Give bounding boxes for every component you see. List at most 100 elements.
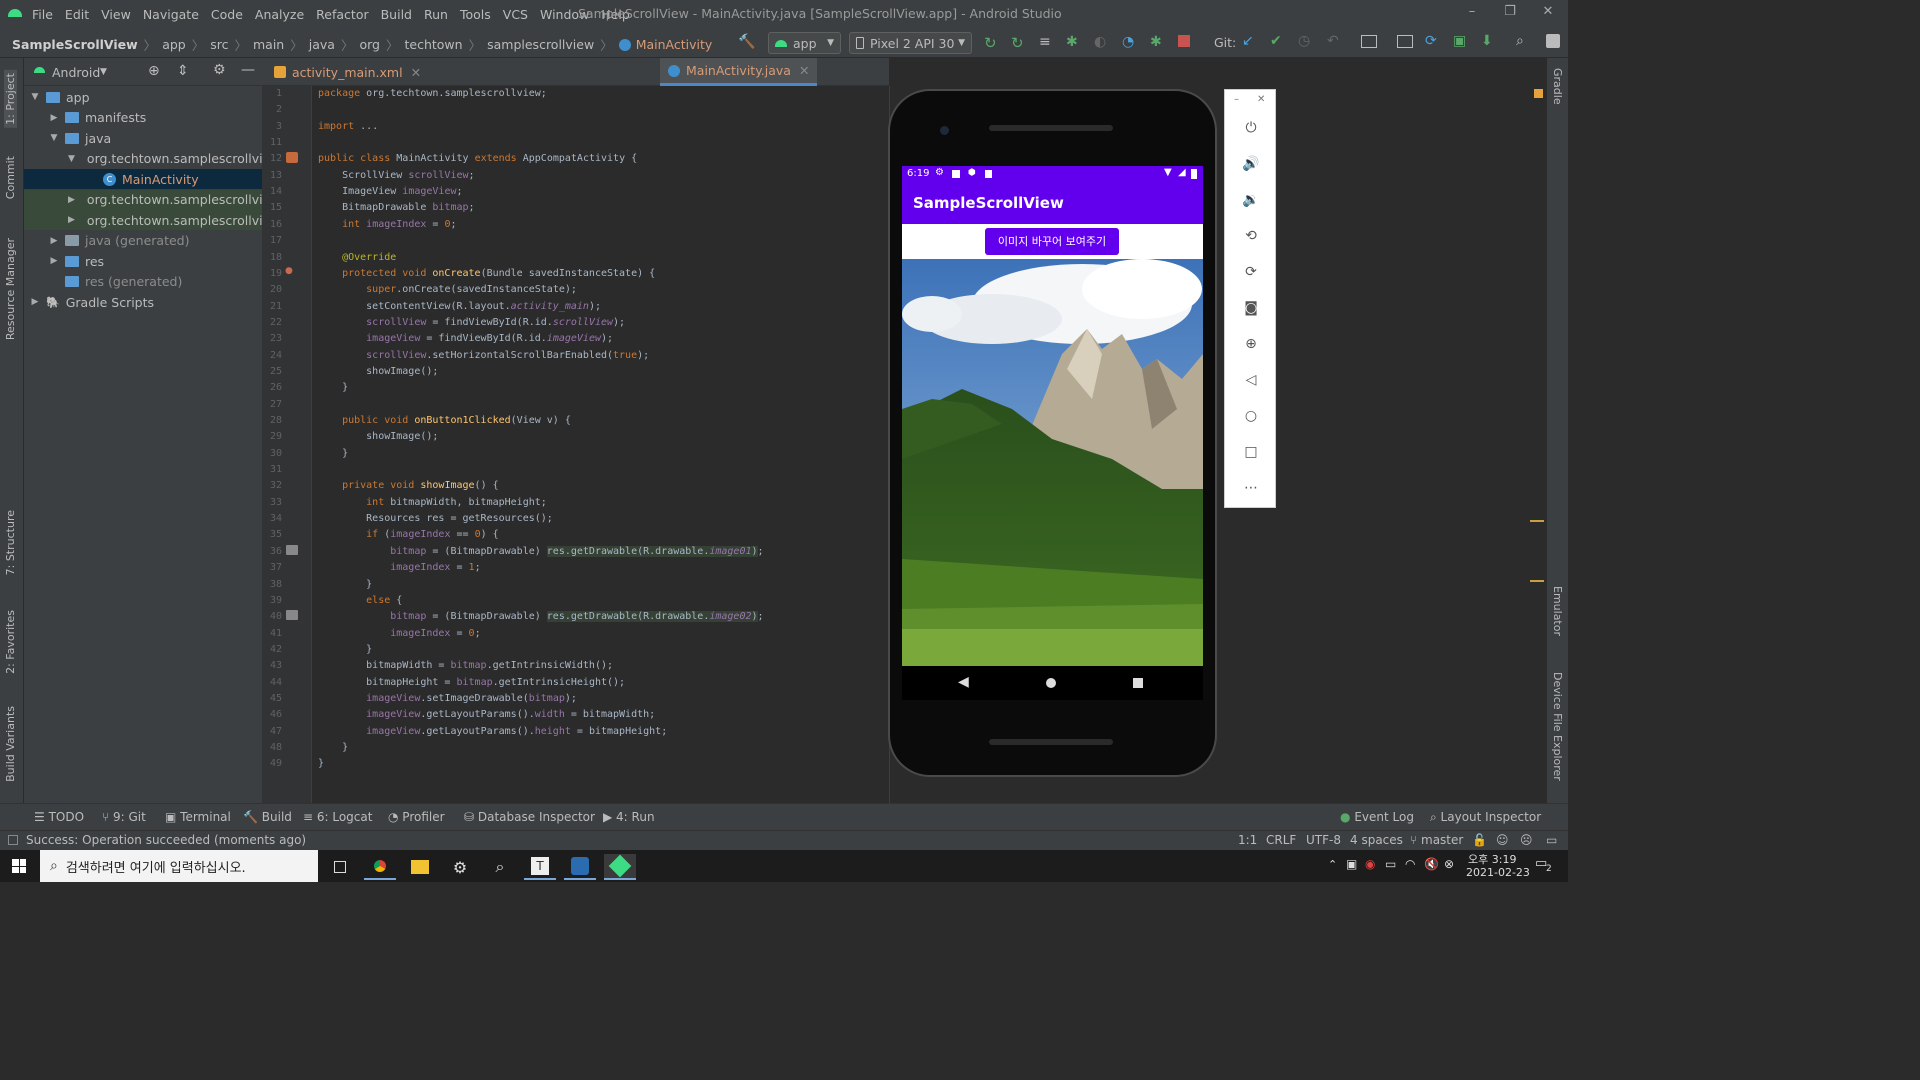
code-line[interactable]: imageView = findViewById(R.id.imageView)… [318,333,613,344]
code-line[interactable]: bitmapWidth = bitmap.getIntrinsicWidth()… [318,660,613,671]
breadcrumb-item[interactable]: techtown [405,37,463,52]
feedback-icon[interactable]: ☺ [1496,833,1509,847]
tool-tab-database-inspector[interactable]: ⛁ Database Inspector [464,810,595,824]
attach-debugger-icon[interactable]: ◐ [1094,34,1106,50]
run-config-select[interactable]: app ▼ [768,32,841,54]
change-image-button[interactable]: 이미지 바꾸어 보여주기 [985,228,1119,255]
sync-gradle-icon[interactable]: ⟳ [1425,33,1437,49]
code-line[interactable]: bitmapHeight = bitmap.getIntrinsicHeight… [318,677,625,688]
tool-tab-favorites[interactable]: 2: Favorites [4,610,17,674]
maximize-icon[interactable]: ❐ [1498,4,1522,22]
git-history-icon[interactable]: ◷ [1298,33,1310,49]
breadcrumb-item[interactable]: java [309,37,335,52]
code-line[interactable]: package org.techtown.samplescrollview; [318,88,547,99]
tool-tab-emulator[interactable]: Emulator [1551,586,1564,636]
battery-icon[interactable]: ▭ [1385,857,1396,871]
collapsed-arrow-icon[interactable]: ▶ [49,256,59,266]
collapsed-arrow-icon[interactable]: ▶ [49,113,59,123]
code-line[interactable]: super.onCreate(savedInstanceState); [318,284,577,295]
status-panel-icon[interactable] [8,835,18,845]
code-line[interactable]: scrollView.setHorizontalScrollBarEnabled… [318,350,649,361]
lock-icon[interactable]: 🔓 [1472,833,1487,847]
menu-code[interactable]: Code [211,7,243,22]
tool-tab-git[interactable]: ⑂ 9: Git [102,810,146,824]
git-commit-icon[interactable]: ✔ [1270,33,1282,49]
tool-tab-layout-inspector[interactable]: ⌕ Layout Inspector [1430,810,1541,825]
menu-view[interactable]: View [101,7,131,22]
zoom-icon[interactable]: ⊕ [1241,334,1261,354]
minimize-icon[interactable]: – [1234,94,1239,105]
breadcrumb-item[interactable]: SampleScrollView [12,37,138,52]
tool-tab-event-log[interactable]: ● Event Log [1340,810,1414,824]
close-icon[interactable]: ✕ [1536,4,1560,22]
feedback-icon[interactable]: ☹ [1520,833,1533,847]
avd-manager-icon[interactable]: ▣ [1453,33,1466,49]
menu-vcs[interactable]: VCS [503,7,528,22]
code-line[interactable]: } [318,382,348,393]
camera-icon[interactable]: ◙ [1241,298,1261,318]
tool-tab-logcat[interactable]: ≡ 6: Logcat [303,810,372,824]
code-line[interactable]: ScrollView scrollView; [318,170,474,181]
code-line[interactable]: public void onButton1Clicked(View v) { [318,415,571,426]
menu-refactor[interactable]: Refactor [316,7,368,22]
code-line[interactable]: imageView.getLayoutParams().width = bitm… [318,709,655,720]
code-line[interactable]: bitmap = (BitmapDrawable) res.getDrawabl… [318,611,764,623]
code-line[interactable]: int bitmapWidth, bitmapHeight; [318,497,547,508]
collapsed-arrow-icon[interactable]: ▶ [68,195,75,205]
breadcrumb-item[interactable]: MainActivity [636,37,713,52]
power-icon[interactable]: ⏻ [1241,118,1261,138]
debug-icon[interactable]: ✱ [1066,34,1078,50]
close-icon[interactable]: ✕ [1257,94,1265,105]
code-line[interactable]: bitmap = (BitmapDrawable) res.getDrawabl… [318,545,764,557]
scroll-image-view[interactable] [902,259,1203,666]
app-icon[interactable] [564,854,596,880]
breadcrumb-item[interactable]: samplescrollview [487,37,594,52]
search-icon[interactable]: ⌕ [1516,33,1524,49]
code-line[interactable]: imageView.setImageDrawable(bitmap); [318,693,577,704]
stop-icon[interactable] [1178,35,1190,47]
file-explorer-icon[interactable] [404,854,436,880]
notifications-icon[interactable]: ▭ [1546,833,1557,847]
tree-item[interactable]: ▼ java [24,128,262,148]
code-line[interactable]: protected void onCreate(Bundle savedInst… [318,268,655,279]
menu-tools[interactable]: Tools [460,7,491,22]
overview-icon[interactable]: □ [1241,442,1261,462]
device-manager-icon[interactable] [1397,35,1413,48]
locate-icon[interactable]: ⊕ [148,63,160,79]
apply-code-changes-icon[interactable]: ≡ [1039,34,1051,50]
rotate-left-icon[interactable]: ⟲ [1241,226,1261,246]
gear-icon[interactable]: ⚙ [213,62,226,78]
menu-run[interactable]: Run [424,7,448,22]
code-line[interactable]: public class MainActivity extends AppCom… [318,153,637,164]
nav-overview-icon[interactable] [1133,678,1143,688]
android-studio-icon[interactable] [604,854,636,880]
close-tab-icon[interactable]: ✕ [411,65,421,80]
tray-icon[interactable]: ◉ [1365,857,1375,871]
breadcrumb-item[interactable]: main [253,37,284,52]
profile-icon[interactable]: ◔ [1122,34,1134,50]
code-line[interactable]: private void showImage() { [318,480,499,491]
menu-build[interactable]: Build [381,7,412,22]
build-hammer-icon[interactable]: 🔨 [738,34,755,50]
code-line[interactable]: imageView.getLayoutParams().height = bit… [318,726,667,737]
code-line[interactable]: showImage(); [318,431,438,442]
minimize-icon[interactable]: – [1460,4,1484,22]
project-view-mode[interactable]: Android [52,65,100,80]
code-line[interactable]: scrollView = findViewById(R.id.scrollVie… [318,317,625,328]
ime-icon[interactable]: ⊗ [1444,857,1454,871]
typora-icon[interactable]: T [524,854,556,880]
tool-tab-todo[interactable]: ☰ TODO [34,810,84,824]
attach-process-icon[interactable]: ✱ [1150,34,1162,50]
code-line[interactable]: import ... [318,121,378,132]
code-line[interactable]: imageIndex = 1; [318,562,480,573]
tool-tab-project[interactable]: 1: Project [4,70,17,128]
taskbar-date[interactable]: 2021-02-23 [1466,866,1530,879]
chrome-icon[interactable] [364,854,396,880]
tray-chevron-icon[interactable]: ⌃ [1328,858,1337,871]
override-icon[interactable]: ● [285,266,293,276]
menu-analyze[interactable]: Analyze [255,7,304,22]
tree-item[interactable]: ▼ org.techtown.samplescrollview [24,149,281,169]
tree-item[interactable]: ▶ manifests [24,108,262,128]
menu-edit[interactable]: Edit [65,7,89,22]
volume-up-icon[interactable]: 🔊 [1241,154,1261,174]
